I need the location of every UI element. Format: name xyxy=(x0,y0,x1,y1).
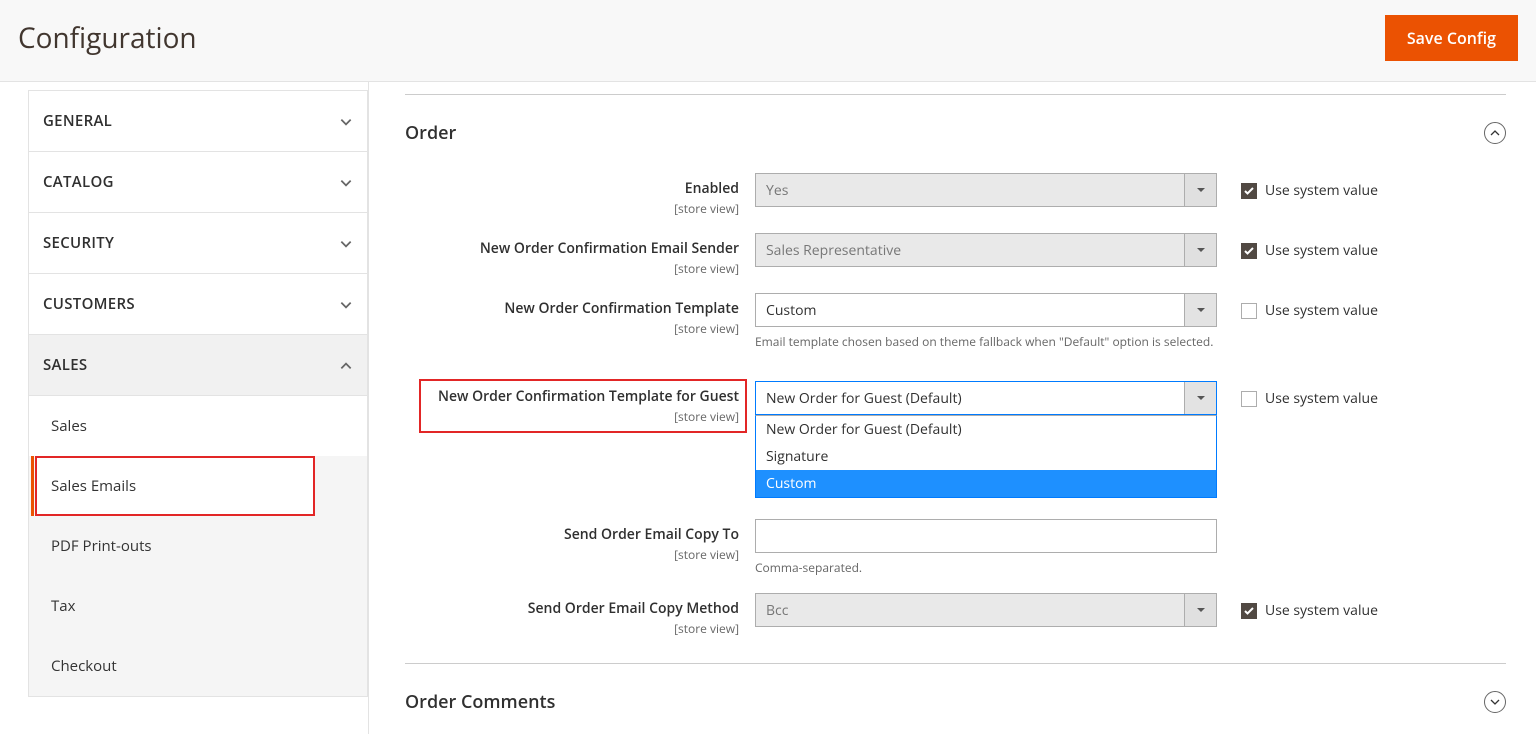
use-system-checkbox[interactable] xyxy=(1241,183,1257,199)
sidebar-cat-catalog[interactable]: CATALOG xyxy=(29,152,367,213)
section-title: Order Comments xyxy=(405,690,555,714)
select-value: Bcc xyxy=(766,601,788,620)
page-header: Configuration Save Config xyxy=(0,0,1536,82)
scope-label: [store view] xyxy=(405,620,739,637)
sidebar-item-label: Sales xyxy=(51,416,87,436)
collapse-icon xyxy=(1484,122,1506,144)
chevron-down-icon xyxy=(339,114,353,128)
copy-to-input[interactable] xyxy=(755,519,1217,553)
sidebar-item-label: Sales Emails xyxy=(51,476,136,496)
caret-down-icon xyxy=(1184,594,1216,626)
use-system-label: Use system value xyxy=(1265,301,1378,320)
use-system-label: Use system value xyxy=(1265,601,1378,620)
config-sidebar: GENERAL CATALOG SECURITY CUSTOMERS xyxy=(0,82,368,734)
caret-down-icon xyxy=(1184,174,1216,206)
field-copy-method: Send Order Email Copy Method [store view… xyxy=(405,585,1506,645)
select-value: Yes xyxy=(766,181,788,200)
sender-select: Sales Representative xyxy=(755,233,1217,267)
sidebar-item-pdf-printouts[interactable]: PDF Print-outs xyxy=(29,516,367,576)
scope-label: [store view] xyxy=(405,260,739,277)
dropdown-option[interactable]: New Order for Guest (Default) xyxy=(756,416,1216,443)
field-label: New Order Confirmation Email Sender xyxy=(480,239,739,258)
field-enabled: Enabled [store view] Yes Use syste xyxy=(405,165,1506,225)
use-system-label: Use system value xyxy=(1265,389,1378,408)
sidebar-cat-customers[interactable]: CUSTOMERS xyxy=(29,274,367,335)
field-label: New Order Confirmation Template xyxy=(504,299,739,318)
use-system-checkbox[interactable] xyxy=(1241,603,1257,619)
guest-template-dropdown: New Order for Guest (Default) Signature … xyxy=(755,415,1217,498)
caret-down-icon xyxy=(1184,234,1216,266)
expand-icon xyxy=(1484,691,1506,713)
field-label: Send Order Email Copy To xyxy=(564,525,739,544)
guest-template-select[interactable]: New Order for Guest (Default) xyxy=(755,381,1217,415)
section-order-comments-header[interactable]: Order Comments xyxy=(405,663,1506,734)
save-config-button[interactable]: Save Config xyxy=(1385,15,1518,61)
dropdown-option[interactable]: Signature xyxy=(756,443,1216,470)
field-copy-to: Send Order Email Copy To [store view] Co… xyxy=(405,511,1506,585)
field-note: Email template chosen based on theme fal… xyxy=(755,333,1217,351)
sidebar-cat-security[interactable]: SECURITY xyxy=(29,213,367,274)
sidebar-cat-label: SECURITY xyxy=(43,233,114,253)
sidebar-cat-label: CUSTOMERS xyxy=(43,294,135,314)
sidebar-item-label: Tax xyxy=(51,596,75,616)
field-label: Enabled xyxy=(685,179,739,198)
scope-label: [store view] xyxy=(405,200,739,217)
sidebar-item-label: Checkout xyxy=(51,656,117,676)
field-label: Send Order Email Copy Method xyxy=(528,599,739,618)
scope-label: [store view] xyxy=(405,546,739,563)
sidebar-item-label: PDF Print-outs xyxy=(51,536,152,556)
chevron-up-icon xyxy=(339,358,353,372)
sidebar-item-tax[interactable]: Tax xyxy=(29,576,367,636)
field-guest-template: New Order Confirmation Template for Gues… xyxy=(405,373,1506,439)
section-order-header[interactable]: Order xyxy=(405,94,1506,165)
select-value: New Order for Guest (Default) xyxy=(766,389,962,408)
field-note: Comma-separated. xyxy=(755,559,1217,577)
layout: GENERAL CATALOG SECURITY CUSTOMERS xyxy=(0,82,1536,734)
field-label: New Order Confirmation Template for Gues… xyxy=(438,387,739,406)
section-title: Order xyxy=(405,121,456,145)
use-system-checkbox[interactable] xyxy=(1241,391,1257,407)
sidebar-cat-label: GENERAL xyxy=(43,111,112,131)
field-sender: New Order Confirmation Email Sender [sto… xyxy=(405,225,1506,285)
config-main: Order Enabled [store view] Yes xyxy=(368,82,1536,734)
scope-label: [store view] xyxy=(427,408,739,425)
sidebar-item-sales-emails[interactable]: Sales Emails xyxy=(35,456,315,516)
copy-method-select: Bcc xyxy=(755,593,1217,627)
enabled-select: Yes xyxy=(755,173,1217,207)
sidebar-cat-general[interactable]: GENERAL xyxy=(29,91,367,152)
sidebar-cat-sales[interactable]: SALES xyxy=(29,335,367,396)
field-template: New Order Confirmation Template [store v… xyxy=(405,285,1506,359)
page-title: Configuration xyxy=(18,19,197,57)
sidebar-cat-label: CATALOG xyxy=(43,172,114,192)
sidebar-item-sales[interactable]: Sales xyxy=(29,396,367,456)
sidebar-subitems-sales: Sales Sales Emails PDF Print-outs Tax Ch… xyxy=(29,396,367,696)
chevron-down-icon xyxy=(339,175,353,189)
select-value: Sales Representative xyxy=(766,241,901,260)
section-order-body: Enabled [store view] Yes Use syste xyxy=(405,165,1506,645)
use-system-checkbox[interactable] xyxy=(1241,303,1257,319)
sidebar-item-checkout[interactable]: Checkout xyxy=(29,636,367,696)
caret-down-icon xyxy=(1184,382,1216,414)
sidebar-cat-label: SALES xyxy=(43,355,87,375)
dropdown-option[interactable]: Custom xyxy=(756,470,1216,497)
template-select[interactable]: Custom xyxy=(755,293,1217,327)
chevron-down-icon xyxy=(339,236,353,250)
use-system-label: Use system value xyxy=(1265,241,1378,260)
caret-down-icon xyxy=(1184,294,1216,326)
scope-label: [store view] xyxy=(405,320,739,337)
use-system-checkbox[interactable] xyxy=(1241,243,1257,259)
select-value: Custom xyxy=(766,301,816,320)
chevron-down-icon xyxy=(339,297,353,311)
use-system-label: Use system value xyxy=(1265,181,1378,200)
